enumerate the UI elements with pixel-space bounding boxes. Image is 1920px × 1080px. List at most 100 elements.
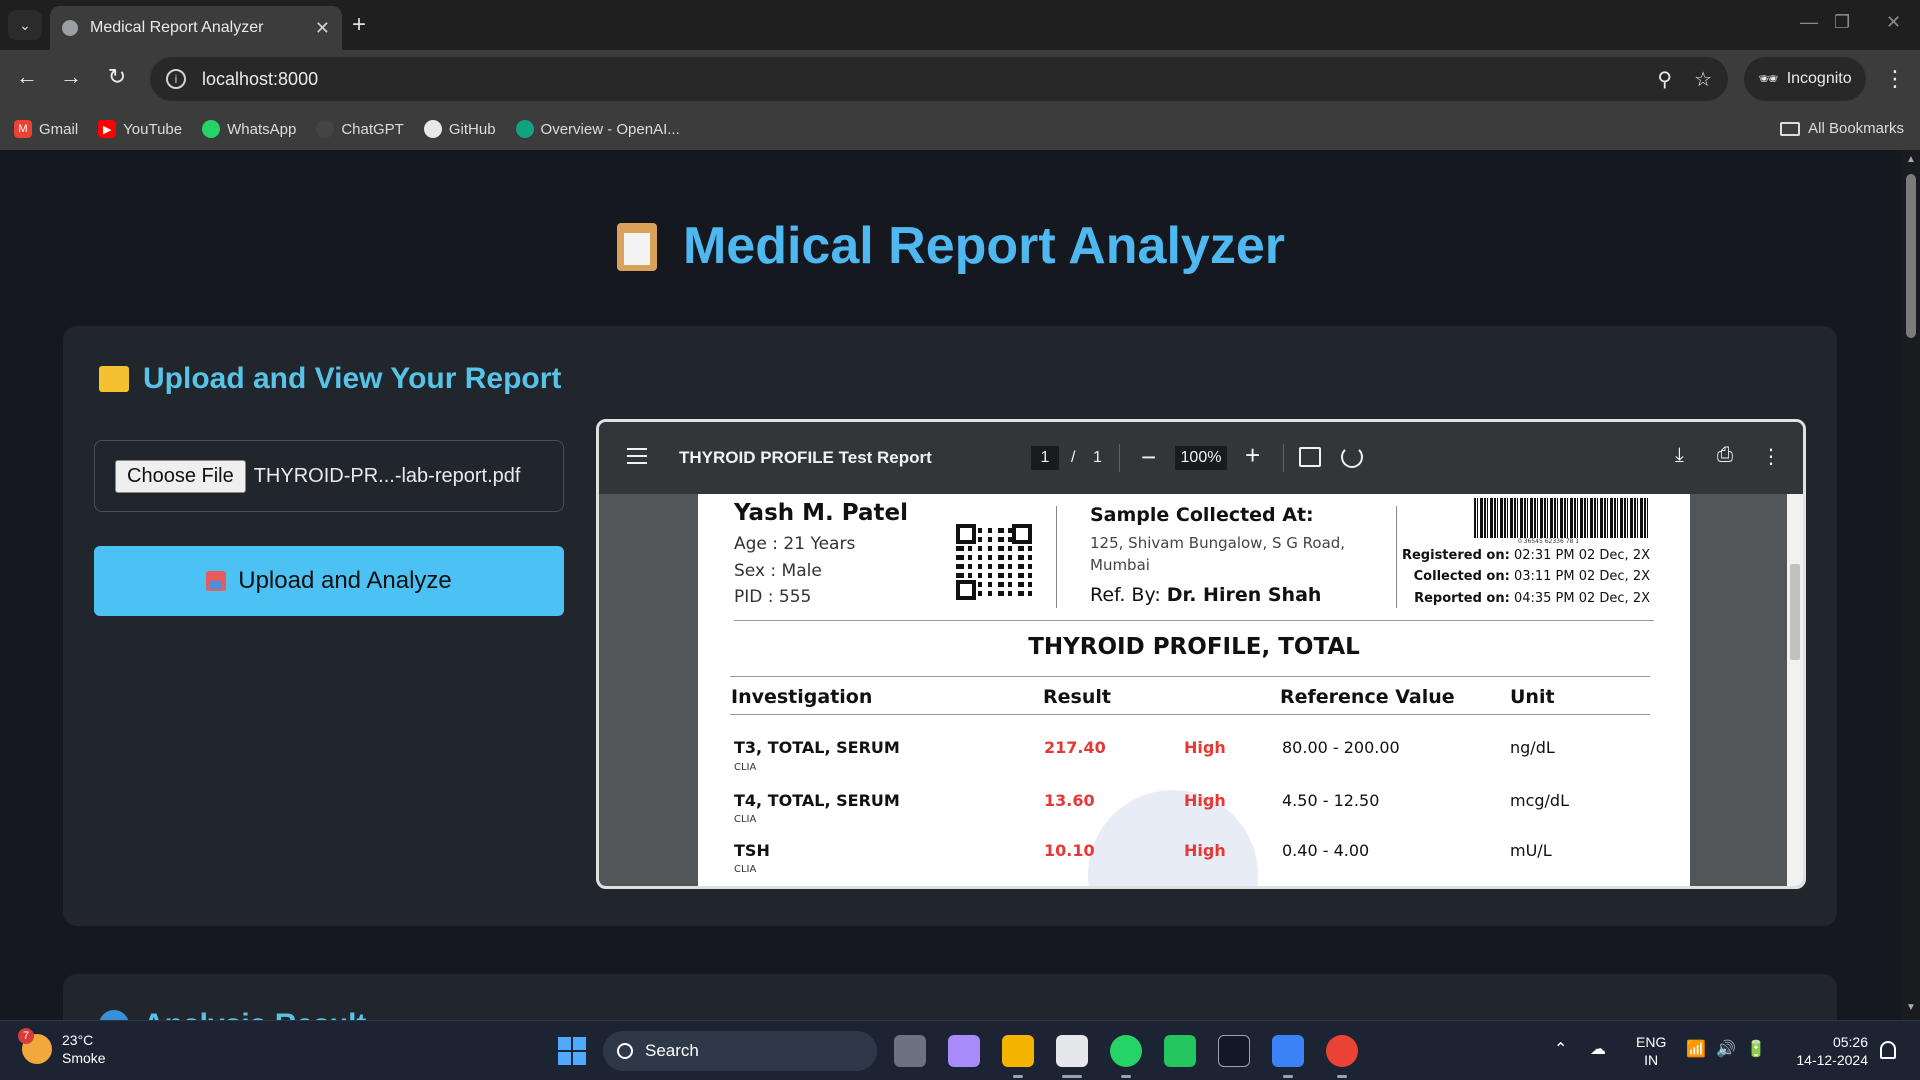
vscode-icon[interactable] [1272,1035,1304,1067]
column-header-unit: Unit [1510,686,1555,708]
scroll-down-icon[interactable]: ▼ [1906,1002,1916,1013]
page-total: 1 [1093,449,1102,466]
close-icon[interactable]: ✕ [315,18,330,39]
scroll-up-icon[interactable]: ▲ [1906,154,1916,165]
incognito-icon: 🕶 [1758,71,1779,88]
minimize-button[interactable]: — [1800,12,1818,33]
zoom-in-button[interactable]: + [1245,440,1260,471]
battery-icon[interactable]: 🔋 [1746,1039,1766,1059]
task-view-icon[interactable] [894,1035,926,1067]
choose-file-button[interactable]: Choose File [115,459,246,493]
upload-card: Upload and View Your Report Choose File … [63,326,1837,926]
more-options-icon[interactable]: ⋮ [1761,444,1781,469]
system-clock[interactable]: 05:26 14-12-2024 [1786,1033,1868,1069]
folder-icon [99,366,129,392]
section-divider [730,676,1650,677]
reload-button[interactable]: ↻ [102,64,132,90]
forward-button[interactable]: → [56,64,86,90]
back-button[interactable]: ← [12,64,42,90]
reference-range: 0.40 - 4.00 [1282,841,1370,860]
bookmark-gmail[interactable]: M Gmail [14,120,78,138]
registered-on: Registered on: 02:31 PM 02 Dec, 2X [1401,548,1650,563]
result-flag: High [1184,738,1226,757]
whatsapp-icon[interactable] [1110,1035,1142,1067]
zoom-out-button[interactable]: − [1141,442,1156,473]
result-flag: High [1184,791,1226,810]
investigation-method: CLIA [734,762,757,773]
weather-icon: 7 [18,1028,52,1064]
weather-widget[interactable]: 7 23°C Smoke [18,1028,106,1067]
page-title: Medical Report Analyzer [0,216,1902,276]
sample-address-line-1: 125, Shivam Bungalow, S G Road, [1090,534,1346,552]
section-divider [730,714,1650,715]
result-value: 217.40 [1044,738,1106,757]
column-header-result: Result [1043,686,1111,708]
wifi-icon[interactable]: 📶 [1686,1039,1706,1059]
column-header-investigation: Investigation [731,686,873,708]
language-indicator[interactable]: ENG IN [1636,1033,1666,1069]
reference-range: 80.00 - 200.00 [1282,738,1400,757]
weather-temp: 23°C [62,1032,94,1048]
new-tab-button[interactable]: + [352,12,366,38]
window-close-button[interactable]: ✕ [1886,12,1901,33]
tab-search-button[interactable]: ⌄ [8,10,42,40]
file-explorer-icon[interactable] [1002,1035,1034,1067]
windows-taskbar: 7 23°C Smoke Search ⌃ ☁ ENG IN 📶 🔊 🔋 05:26… [0,1020,1920,1080]
page-scrollbar[interactable]: ▲ ▼ [1902,150,1920,1020]
toolbar-divider [1283,444,1284,472]
upload-analyze-button[interactable]: Upload and Analyze [94,546,564,616]
investigation-method: CLIA [734,814,757,825]
patient-name: Yash M. Patel [734,500,909,526]
zoom-icon[interactable]: ⚲ [1657,67,1672,92]
upload-card-title: Upload and View Your Report [99,362,561,396]
restore-button[interactable]: ❐ [1834,12,1850,33]
bookmark-openai[interactable]: Overview - OpenAI... [515,120,680,138]
page-number-input[interactable]: 1 [1031,446,1059,470]
notification-bell-icon[interactable] [1880,1041,1896,1059]
print-icon[interactable]: ⎙ [1717,444,1733,467]
unit: mcg/dL [1510,791,1569,810]
reported-on: Reported on: 04:35 PM 02 Dec, 2X [1414,591,1650,606]
star-icon[interactable]: ☆ [1694,67,1712,92]
zoom-level-input[interactable]: 100% [1175,446,1227,470]
terminal-icon[interactable] [1218,1035,1250,1067]
analysis-card: Analysis Result [63,974,1837,1020]
onedrive-icon[interactable]: ☁ [1590,1039,1606,1059]
bookmark-whatsapp[interactable]: WhatsApp [202,120,296,138]
report-title: THYROID PROFILE, TOTAL [1028,634,1360,660]
url-text[interactable]: localhost:8000 [202,69,1635,90]
info-icon[interactable]: i [166,69,186,89]
bookmark-chatgpt[interactable]: ChatGPT [316,120,404,138]
taskbar-search[interactable]: Search [603,1031,877,1071]
snipping-tool-icon[interactable] [1056,1035,1088,1067]
bookmarks-bar: M Gmail ▶ YouTube WhatsApp ChatGPT GitHub … [0,108,1920,150]
barcode-number: 0 36545 62336 78 1 [1518,538,1580,545]
chevron-up-icon[interactable]: ⌃ [1554,1039,1567,1059]
pycharm-icon[interactable] [1164,1035,1196,1067]
pdf-viewer[interactable]: THYROID PROFILE Test Report 1 / 1 − 100%… [596,419,1806,889]
bookmark-github[interactable]: GitHub [423,120,496,138]
browser-tab[interactable]: Medical Report Analyzer ✕ [50,6,342,50]
all-bookmarks-button[interactable]: All Bookmarks [1780,120,1904,137]
windows-start-icon[interactable] [558,1037,586,1065]
menu-icon[interactable] [627,448,647,469]
chrome-icon[interactable] [1326,1035,1358,1067]
address-bar[interactable]: i localhost:8000 ⚲ ☆ [150,57,1728,101]
bookmark-youtube[interactable]: ▶ YouTube [98,120,182,138]
file-input[interactable]: Choose File THYROID-PR...-lab-report.pdf [94,440,564,512]
unit: ng/dL [1510,738,1555,757]
browser-menu-button[interactable]: ⋮ [1884,66,1906,92]
section-divider [734,620,1654,621]
page-scrollbar-thumb[interactable] [1906,174,1916,338]
toolbar-divider [1119,444,1120,472]
pdf-scrollbar[interactable] [1787,494,1803,886]
pdf-scrollbar-thumb[interactable] [1790,564,1800,660]
incognito-indicator[interactable]: 🕶 Incognito [1744,57,1866,101]
rotate-icon[interactable] [1341,446,1363,468]
reference-range: 4.50 - 12.50 [1282,791,1380,810]
fit-page-icon[interactable] [1299,447,1321,467]
volume-icon[interactable]: 🔊 [1716,1039,1736,1059]
copilot-icon[interactable] [948,1035,980,1067]
download-icon[interactable]: ⤓ [1675,444,1684,467]
gmail-icon: M [14,120,32,138]
